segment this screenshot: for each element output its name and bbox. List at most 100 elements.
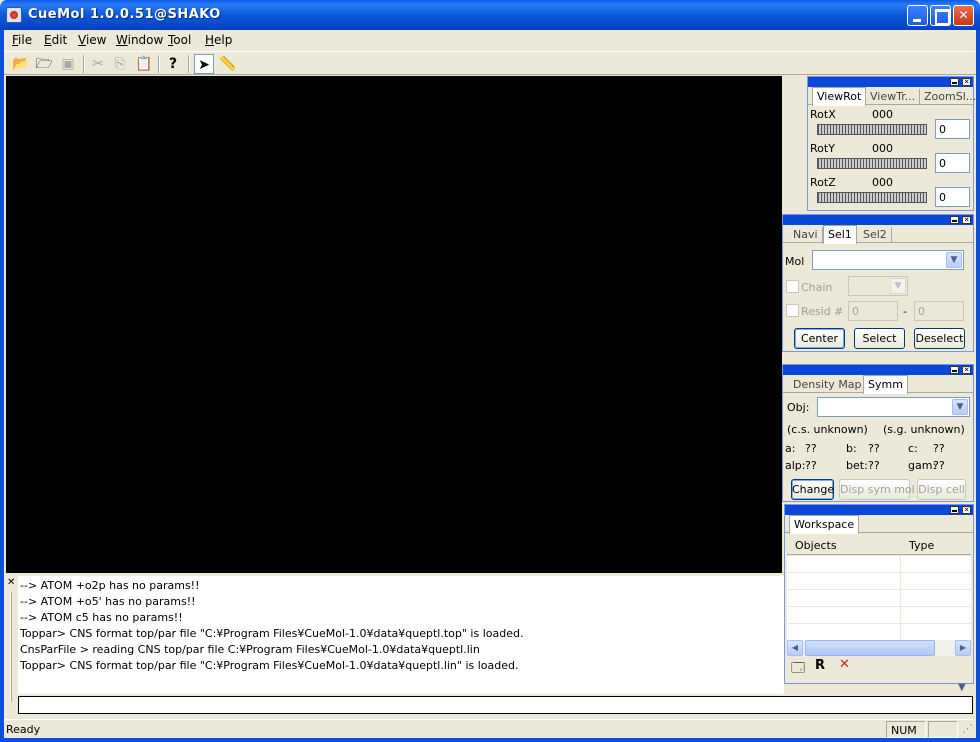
selection-panel: ✕ Navi Sel1 Sel2 Mol ▼ Chain ▼ Resid # 0…: [782, 214, 974, 352]
roty-value: 000: [872, 142, 893, 155]
menu-edit[interactable]: Edit: [44, 33, 67, 47]
save-icon[interactable]: ▣: [58, 54, 78, 74]
space-group: (s.g. unknown): [883, 423, 965, 436]
workspace-list[interactable]: [787, 556, 971, 641]
list-item[interactable]: [787, 573, 971, 590]
cell-beta-value: ??: [868, 459, 880, 472]
close-button[interactable]: ✕: [953, 5, 974, 26]
list-item[interactable]: [787, 590, 971, 607]
mol-select[interactable]: ▼: [812, 250, 964, 270]
panel-header[interactable]: ✕: [785, 505, 973, 515]
chevron-down-icon[interactable]: ▼: [952, 399, 968, 415]
roty-input[interactable]: 0: [935, 153, 970, 173]
center-button[interactable]: Center: [794, 328, 845, 349]
cut-icon[interactable]: ✂: [88, 54, 108, 74]
tab-zoomslab[interactable]: ZoomSl...: [920, 89, 980, 105]
menu-file[interactable]: File: [12, 33, 32, 47]
molecule-viewport[interactable]: [6, 76, 782, 573]
change-button[interactable]: Change: [791, 479, 834, 500]
toolbar-separator: [188, 55, 190, 73]
obj-select[interactable]: ▼: [817, 397, 970, 417]
tab-sel1[interactable]: Sel1: [823, 225, 857, 244]
resid-checkbox[interactable]: [786, 304, 799, 317]
resize-grip-icon[interactable]: ⋰: [962, 722, 973, 735]
chevron-down-icon[interactable]: ▼: [946, 252, 962, 268]
pointer-icon[interactable]: ➤: [194, 54, 214, 74]
rename-icon[interactable]: R: [815, 658, 825, 673]
copy-icon[interactable]: ⎘: [110, 54, 130, 74]
tab-viewtrans[interactable]: ViewTr...: [866, 89, 921, 105]
panel-close-button[interactable]: ✕: [962, 216, 971, 224]
cell-alpha-value: ??: [805, 459, 817, 472]
rotx-input[interactable]: 0: [935, 119, 970, 139]
delete-icon[interactable]: ✕: [839, 657, 850, 672]
scroll-left-icon[interactable]: ◀: [787, 640, 803, 656]
roty-slider[interactable]: [817, 158, 927, 169]
workspace-panel: ✕ Workspace Objects Type ◀ ▶ 🗔 R ✕: [784, 504, 974, 684]
help-icon[interactable]: ?: [163, 54, 183, 74]
open-file-icon[interactable]: 🗁: [34, 54, 54, 74]
resid-to-input[interactable]: 0: [914, 301, 964, 321]
tab-viewrot[interactable]: ViewRot: [812, 87, 867, 106]
log-close-icon[interactable]: ✕: [7, 577, 15, 588]
command-input[interactable]: [18, 696, 973, 714]
menu-help[interactable]: Help: [205, 33, 232, 47]
properties-icon[interactable]: 🗔: [791, 659, 805, 681]
chain-select[interactable]: ▼: [848, 276, 908, 296]
tab-density-map[interactable]: Density Map: [789, 377, 867, 393]
panel-minimize-button[interactable]: [950, 78, 959, 86]
log-output[interactable]: --> ATOM +o2p has no params!! --> ATOM +…: [18, 576, 784, 694]
minimize-button[interactable]: [907, 5, 928, 26]
scroll-thumb[interactable]: [805, 640, 935, 656]
log-grip[interactable]: [10, 592, 12, 702]
scroll-right-icon[interactable]: ▶: [955, 640, 971, 656]
panel-close-button[interactable]: ✕: [962, 366, 971, 374]
toolbar-separator: [158, 55, 160, 73]
chevron-down-icon[interactable]: ▼: [890, 278, 906, 294]
select-button[interactable]: Select: [854, 328, 905, 349]
deselect-button[interactable]: Deselect: [914, 328, 965, 349]
status-pane-empty: [928, 721, 958, 738]
panel-header[interactable]: ✕: [783, 365, 973, 375]
disp-sym-mol-button[interactable]: Disp sym mol: [839, 479, 915, 500]
rotx-slider[interactable]: [817, 124, 927, 135]
panel-minimize-button[interactable]: [950, 366, 959, 374]
menu-tool[interactable]: Tool: [168, 33, 191, 47]
rotz-slider[interactable]: [817, 192, 927, 203]
menu-window[interactable]: Window: [116, 33, 163, 47]
resid-from-input[interactable]: 0: [848, 301, 898, 321]
chain-checkbox[interactable]: [786, 280, 799, 293]
symm-panel: ✕ Density Map Symm Obj: ▼ (c.s. unknown)…: [782, 364, 974, 502]
chevron-down-icon[interactable]: ▼: [958, 682, 966, 693]
panel-close-button[interactable]: ✕: [962, 506, 971, 514]
cell-c-label: c:: [908, 442, 918, 455]
cell-a-label: a:: [785, 442, 796, 455]
list-item[interactable]: [787, 607, 971, 624]
panel-header[interactable]: ✕: [808, 77, 973, 87]
cell-gamma-value: ??: [933, 459, 945, 472]
list-item[interactable]: [787, 624, 971, 641]
tab-sel2[interactable]: Sel2: [859, 227, 892, 243]
column-objects[interactable]: Objects: [795, 539, 837, 552]
ruler-icon[interactable]: 📏: [218, 54, 238, 74]
tab-workspace[interactable]: Workspace: [789, 515, 860, 534]
title-bar[interactable]: CueMol 1.0.0.51@SHAKO ✕: [0, 0, 980, 30]
app-icon[interactable]: [6, 7, 22, 23]
disp-cell-button[interactable]: Disp cell: [917, 479, 966, 500]
list-item[interactable]: [787, 556, 971, 573]
column-type[interactable]: Type: [909, 539, 934, 552]
tab-symm[interactable]: Symm: [863, 375, 908, 394]
menu-view[interactable]: View: [78, 33, 106, 47]
tab-navi[interactable]: Navi: [789, 227, 823, 243]
panel-minimize-button[interactable]: [950, 216, 959, 224]
rotz-input[interactable]: 0: [935, 187, 970, 207]
workspace-hscrollbar[interactable]: ◀ ▶: [787, 640, 971, 656]
panel-close-button[interactable]: ✕: [962, 78, 971, 86]
open-folder-icon[interactable]: 📂: [11, 54, 31, 74]
panel-header[interactable]: ✕: [783, 215, 973, 225]
panel-minimize-button[interactable]: [950, 506, 959, 514]
window-title: CueMol 1.0.0.51@SHAKO: [28, 7, 221, 22]
window-frame-right: [976, 30, 980, 742]
maximize-button[interactable]: [930, 5, 951, 26]
paste-icon[interactable]: 📋: [134, 54, 154, 74]
